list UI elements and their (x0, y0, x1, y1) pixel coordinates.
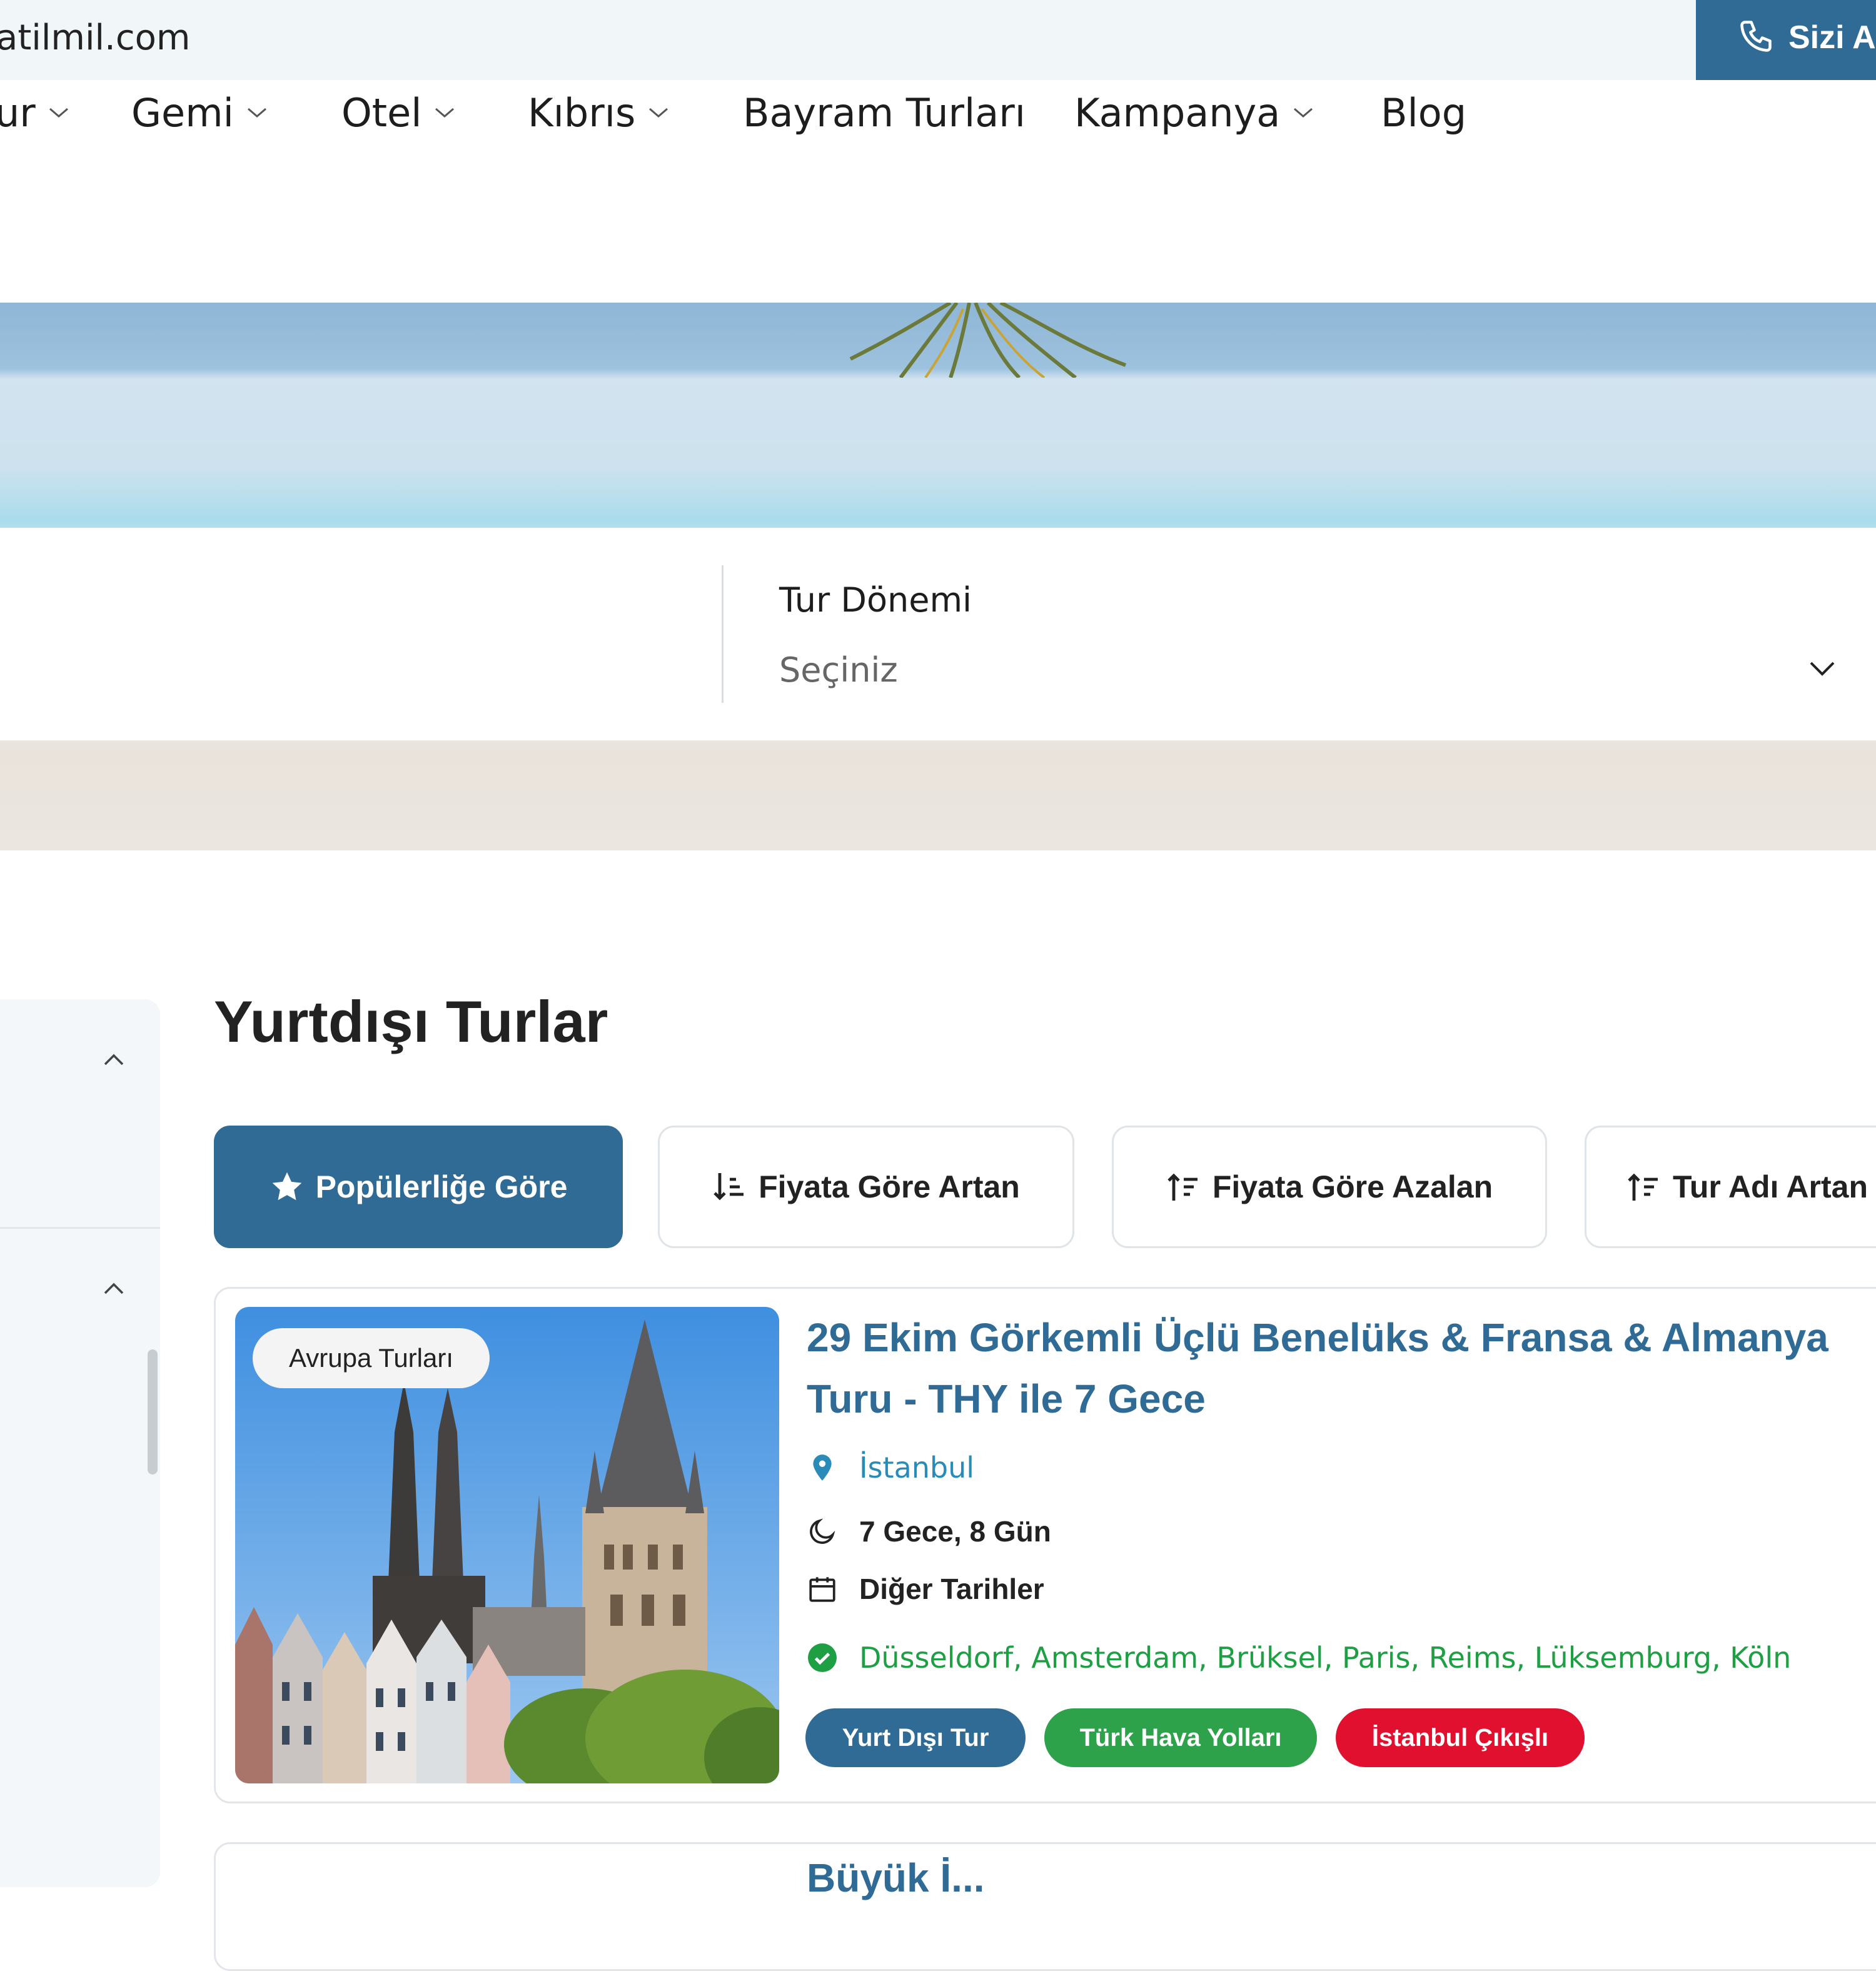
search-divider (722, 565, 724, 703)
calendar-icon (809, 1577, 835, 1602)
nav-item-bayram-turlari[interactable]: Bayram Turları (743, 88, 1026, 138)
badge-istanbul-cikisli[interactable]: İstanbul Çıkışlı (1336, 1708, 1585, 1767)
sort-label: Fiyata Göre Artan (759, 1169, 1020, 1204)
tour-route: Düsseldorf, Amsterdam, Brüksel, Paris, R… (859, 1641, 1792, 1675)
location-pin-icon (813, 1454, 832, 1481)
chevron-down-icon (49, 108, 68, 118)
phone-icon (1740, 21, 1772, 52)
tour-dates[interactable]: Diğer Tarihler (859, 1572, 1044, 1606)
tour-dates-row: Diğer Tarihler (807, 1572, 1044, 1606)
nav-item-blog[interactable]: Blog (1381, 88, 1466, 138)
sort-price-desc-button[interactable]: Fiyata Göre Azalan (1112, 1126, 1547, 1248)
sort-ascending-icon (714, 1173, 744, 1201)
nav-item-kampanya[interactable]: Kampanya (1074, 88, 1314, 138)
tour-title[interactable]: 29 Ekim Görkemli Üçlü Benelüks & Fransa … (807, 1307, 1870, 1429)
nav-item-kibris[interactable]: Kıbrıs (528, 88, 669, 138)
chevron-down-icon (247, 108, 266, 118)
chevron-down-icon (435, 108, 455, 118)
tour-route-row: Düsseldorf, Amsterdam, Brüksel, Paris, R… (807, 1641, 1791, 1675)
sort-price-asc-button[interactable]: Fiyata Göre Artan (658, 1126, 1074, 1248)
sort-label: Popülerliğe Göre (315, 1169, 568, 1204)
nav-label: Gemi (131, 89, 234, 136)
nav-label: Kampanya (1074, 89, 1281, 136)
sidebar-scrollbar[interactable] (148, 1349, 158, 1474)
tour-duration-row: 7 Gece, 8 Gün (807, 1515, 1051, 1548)
top-bar: atilmil.com Sizi Ar (0, 0, 1876, 80)
nav-item-otel[interactable]: Otel (341, 88, 455, 138)
nav-label: Bayram Turları (743, 89, 1026, 136)
filter-sidebar (0, 999, 160, 1887)
star-icon (272, 1172, 301, 1201)
chevron-down-icon (649, 108, 668, 118)
tour-period-label: Tur Dönemi (779, 580, 972, 620)
badge-turk-hava-yollari[interactable]: Türk Hava Yolları (1044, 1708, 1317, 1767)
tour-card[interactable] (214, 1842, 1876, 1971)
sort-popularity-button[interactable]: Popülerliğe Göre (214, 1126, 623, 1248)
sort-label: Fiyata Göre Azalan (1212, 1169, 1493, 1204)
nav-item-tur[interactable]: ur (0, 88, 69, 138)
nav-item-gemi[interactable]: Gemi (131, 88, 268, 138)
nav-label: Blog (1381, 89, 1467, 136)
chevron-up-icon[interactable] (101, 1281, 126, 1296)
chevron-down-icon[interactable] (1807, 659, 1837, 678)
sort-alpha-icon (1628, 1173, 1658, 1201)
sort-descending-icon (1167, 1173, 1198, 1201)
sidebar-divider (0, 1227, 160, 1229)
tour-period-select[interactable]: Seçiniz (779, 650, 898, 690)
page-title: Yurtdışı Turlar (214, 989, 608, 1054)
chevron-up-icon[interactable] (101, 1052, 126, 1067)
nav-label: Otel (341, 89, 422, 136)
sort-name-asc-button[interactable]: Tur Adı Artan (1585, 1126, 1876, 1248)
tour-title[interactable]: Büyük İ... (807, 1855, 985, 1901)
contact-email[interactable]: atilmil.com (0, 18, 190, 58)
badge-yurt-disi-tur[interactable]: Yurt Dışı Tur (805, 1708, 1026, 1767)
palm-leaves-image (849, 303, 1127, 378)
sort-label: Tur Adı Artan (1672, 1169, 1868, 1204)
search-panel (0, 528, 1876, 740)
call-me-label: Sizi Ar (1788, 19, 1876, 56)
chevron-down-icon (1294, 108, 1313, 118)
call-me-button[interactable]: Sizi Ar (1696, 0, 1876, 80)
check-circle-icon (808, 1643, 837, 1672)
category-pill[interactable]: Avrupa Turları (253, 1328, 490, 1388)
tour-duration: 7 Gece, 8 Gün (859, 1515, 1051, 1548)
nav-label: ur (0, 89, 36, 136)
tour-city[interactable]: İstanbul (859, 1451, 974, 1485)
tour-city-row: İstanbul (807, 1451, 974, 1485)
nav-label: Kıbrıs (528, 89, 636, 136)
moon-icon (810, 1518, 835, 1544)
